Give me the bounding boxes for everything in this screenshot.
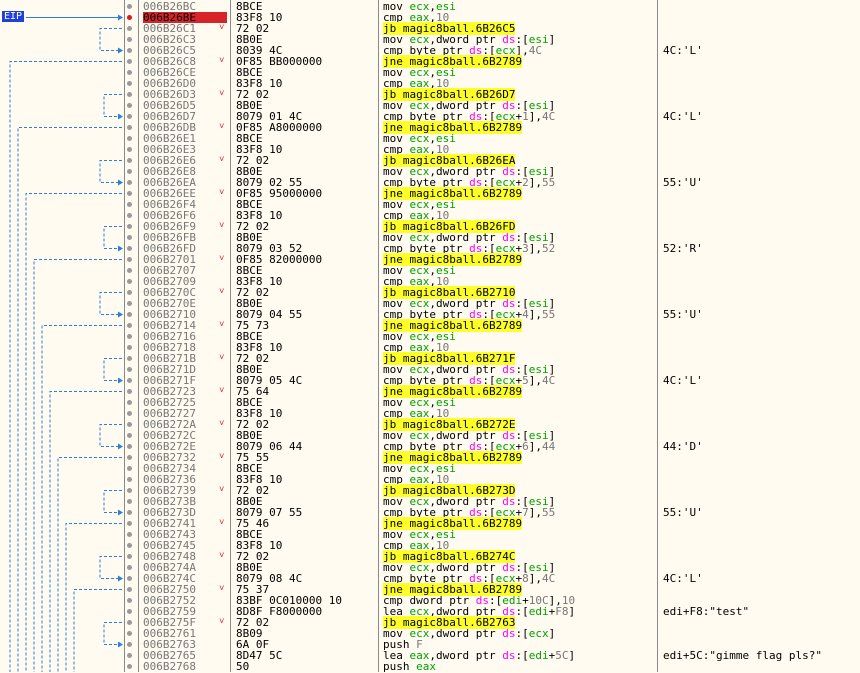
breakpoint-slot-icon[interactable] (127, 235, 132, 240)
breakpoint-slot-icon[interactable] (127, 70, 132, 75)
breakpoint-slot-icon[interactable] (127, 499, 132, 504)
breakpoint-slot-icon[interactable] (127, 334, 132, 339)
breakpoint-slot-icon[interactable] (127, 158, 132, 163)
address: 006B2768 (143, 660, 196, 673)
jump-direction-icon: ˅ (219, 617, 225, 627)
jump-direction-icon: ˅ (219, 89, 225, 99)
jump-direction-icon: ˅ (219, 56, 225, 66)
breakpoint-slot-icon[interactable] (127, 180, 132, 185)
breakpoint-slot-icon[interactable] (127, 532, 132, 537)
breakpoint-slot-icon[interactable] (127, 521, 132, 526)
breakpoint-slot-icon[interactable] (127, 4, 132, 9)
instruction[interactable]: push eax (383, 661, 653, 672)
breakpoint-slot-icon[interactable] (127, 103, 132, 108)
comment: edi+F8:"test" (663, 605, 750, 618)
breakpoint-slot-icon[interactable] (127, 620, 132, 625)
breakpoint-slot-icon[interactable] (127, 598, 132, 603)
breakpoint-slot-icon[interactable] (127, 136, 132, 141)
breakpoint-slot-icon[interactable] (127, 488, 132, 493)
instruction[interactable]: mov ecx,dword ptr ds:[ecx] (383, 628, 653, 639)
comment: 44:'D' (663, 440, 703, 453)
comment: 55:'U' (663, 176, 703, 189)
breakpoint-slot-icon[interactable] (127, 653, 132, 658)
breakpoint-slot-icon[interactable] (127, 169, 132, 174)
breakpoint-slot-icon[interactable] (127, 213, 132, 218)
breakpoint-slot-icon[interactable] (127, 224, 132, 229)
jump-direction-icon: ˅ (219, 320, 225, 330)
breakpoint-slot-icon[interactable] (127, 422, 132, 427)
breakpoint-slot-icon[interactable] (127, 345, 132, 350)
breakpoint-slot-icon[interactable] (127, 477, 132, 482)
breakpoint-slot-icon[interactable] (127, 510, 132, 515)
breakpoint-slot-icon[interactable] (127, 411, 132, 416)
comment: 52:'R' (663, 242, 703, 255)
jump-direction-icon: ˅ (219, 386, 225, 396)
breakpoint-slot-icon[interactable] (127, 389, 132, 394)
comment: 55:'U' (663, 308, 703, 321)
breakpoint-slot-icon[interactable] (127, 202, 132, 207)
jump-direction-icon: ˅ (219, 188, 225, 198)
breakpoint-slot-icon[interactable] (127, 554, 132, 559)
jump-direction-icon: ˅ (219, 122, 225, 132)
jump-direction-icon: ˅ (219, 254, 225, 264)
breakpoint-slot-icon[interactable] (127, 576, 132, 581)
breakpoint-slot-icon[interactable] (127, 290, 132, 295)
comment: 4C:'L' (663, 572, 703, 585)
opcode-bytes: 8D47 5C (236, 649, 283, 662)
jump-direction-icon: ˅ (219, 23, 225, 33)
breakpoint-slot-icon[interactable] (127, 642, 132, 647)
breakpoint-slot-icon[interactable] (127, 664, 132, 669)
mnemonic: push (383, 660, 417, 673)
opcode-bytes: 50 (236, 660, 250, 673)
jump-direction-icon: ˅ (219, 221, 225, 231)
breakpoint-slot-icon[interactable] (127, 312, 132, 317)
breakpoint-slot-icon[interactable] (127, 631, 132, 636)
breakpoint-slot-icon[interactable] (127, 323, 132, 328)
breakpoint-slot-icon[interactable] (127, 268, 132, 273)
breakpoint-slot-icon[interactable] (127, 59, 132, 64)
breakpoint-slot-icon[interactable] (127, 114, 132, 119)
breakpoint-slot-icon[interactable] (127, 92, 132, 97)
comment: 4C:'L' (663, 110, 703, 123)
breakpoint-slot-icon[interactable] (127, 466, 132, 471)
jump-direction-icon: ˅ (219, 353, 225, 363)
breakpoint-slot-icon[interactable] (127, 279, 132, 284)
breakpoint-slot-icon[interactable] (127, 246, 132, 251)
breakpoint-slot-icon[interactable] (127, 147, 132, 152)
disassembly-view[interactable]: EIP 006B26BC 8BCE mov ecx,esi 006B26BE 83F8 … (0, 0, 860, 672)
jump-direction-icon: ˅ (219, 452, 225, 462)
breakpoint-slot-icon[interactable] (127, 400, 132, 405)
breakpoint-slot-icon[interactable] (127, 587, 132, 592)
breakpoint-slot-icon[interactable] (127, 191, 132, 196)
breakpoint-slot-icon[interactable] (127, 301, 132, 306)
breakpoint-slot-icon[interactable] (127, 257, 132, 262)
breakpoint-slot-icon[interactable] (127, 444, 132, 449)
comment: 55:'U' (663, 506, 703, 519)
comment: 4C:'L' (663, 374, 703, 387)
breakpoint-slot-icon[interactable] (127, 378, 132, 383)
breakpoint-slot-icon[interactable] (127, 26, 132, 31)
breakpoint-slot-icon[interactable] (127, 367, 132, 372)
breakpoint-current-icon[interactable] (127, 15, 132, 20)
breakpoint-slot-icon[interactable] (127, 356, 132, 361)
jump-direction-icon: ˅ (219, 551, 225, 561)
breakpoint-slot-icon[interactable] (127, 565, 132, 570)
breakpoint-slot-icon[interactable] (127, 609, 132, 614)
breakpoint-slot-icon[interactable] (127, 37, 132, 42)
breakpoint-slot-icon[interactable] (127, 125, 132, 130)
jump-direction-icon: ˅ (219, 155, 225, 165)
breakpoint-slot-icon[interactable] (127, 81, 132, 86)
jump-direction-icon: ˅ (219, 584, 225, 594)
jump-direction-icon: ˅ (219, 518, 225, 528)
breakpoint-slot-icon[interactable] (127, 455, 132, 460)
comment: edi+5C:"gimme flag pls?" (663, 649, 822, 662)
operands: eax (416, 660, 436, 673)
jump-direction-icon: ˅ (219, 287, 225, 297)
breakpoint-slot-icon[interactable] (127, 543, 132, 548)
jump-direction-icon: ˅ (219, 419, 225, 429)
breakpoint-slot-icon[interactable] (127, 48, 132, 53)
comment: 4C:'L' (663, 44, 703, 57)
jump-direction-icon: ˅ (219, 485, 225, 495)
breakpoint-slot-icon[interactable] (127, 433, 132, 438)
